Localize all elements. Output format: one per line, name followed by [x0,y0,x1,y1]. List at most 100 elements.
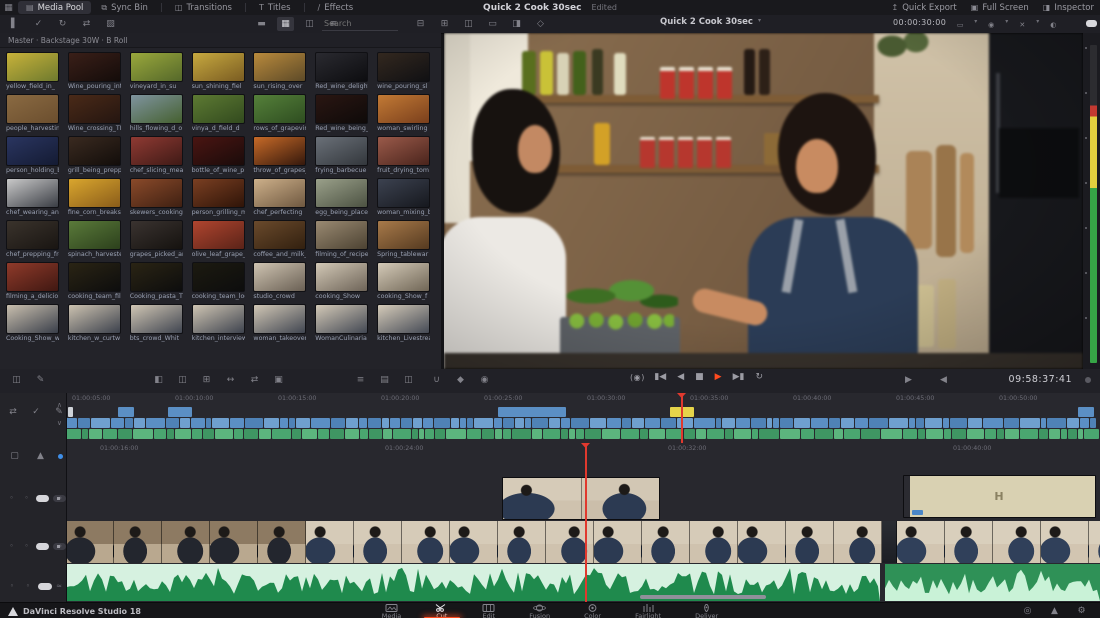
overview-clip-segment[interactable] [393,429,411,439]
media-clip[interactable]: WomanCulinaria [315,304,373,342]
media-clip-thumbnail[interactable] [253,94,306,124]
media-clip-thumbnail[interactable] [377,220,430,250]
track-v1-fx-icon[interactable]: ◦ [21,539,32,553]
tab-titles[interactable]: T Titles [251,1,299,14]
page-edit[interactable]: Edit [478,603,499,618]
overview-clip-segment[interactable] [834,429,843,439]
media-clip-thumbnail[interactable] [68,136,121,166]
media-clip-thumbnail[interactable] [6,262,59,292]
view-toggle-icon[interactable]: ◫ [301,17,318,31]
overview-clip-segment[interactable] [1049,429,1060,439]
overview-clip-segment[interactable] [918,429,924,439]
overview-clip-segment[interactable] [467,429,481,439]
go-to-end-button[interactable]: ▶▮ [733,372,745,382]
overview-clip-segment[interactable] [780,429,800,439]
overview-clip-segment[interactable] [543,429,561,439]
media-clip-thumbnail[interactable] [253,52,306,82]
overview-clip-segment[interactable] [649,429,664,439]
overview-clip-segment[interactable] [66,418,77,428]
filmstrip-frame[interactable] [402,521,450,563]
media-clip-thumbnail[interactable] [130,136,183,166]
overview-playhead-cap[interactable] [677,393,686,398]
overview-clip-segment[interactable] [146,418,165,428]
overview-clip-segment[interactable] [503,429,512,439]
overview-header-icon[interactable]: ⇄ [6,405,20,419]
camera-icon[interactable]: ◉ [985,18,997,32]
media-clip-thumbnail[interactable] [315,94,368,124]
tab-media-pool[interactable]: ▤ Media Pool [18,1,91,14]
overview-clip-segment[interactable] [525,418,532,428]
track-v2-fx-icon[interactable]: ◦ [21,491,32,505]
overview-clip-segment[interactable] [419,429,425,439]
media-clip[interactable]: person_holding_b [6,136,64,174]
media-clip[interactable]: grapes_picked_an [130,220,188,258]
overview-clip-segment[interactable] [844,429,860,439]
overview-clip-segment[interactable] [1084,429,1099,439]
overview-clip-segment[interactable] [632,418,644,428]
overview-clip-segment[interactable] [725,429,734,439]
snap-tool-icon[interactable]: ◆ [452,373,469,387]
media-clip[interactable]: cooking_Show [315,262,373,300]
media-clip[interactable]: sun_shining_fiel [192,52,250,90]
overview-clip-segment[interactable] [175,429,191,439]
overview-clip-segment[interactable] [296,418,311,428]
settings-icon[interactable]: ◎ [1019,604,1036,618]
overview-clip-segment[interactable] [434,418,450,428]
overview-clip-segment[interactable] [903,429,917,439]
media-clip[interactable]: olive_leaf_grape_s [192,220,250,258]
overview-clip-segment[interactable] [869,418,887,428]
overview-clip[interactable] [168,407,192,417]
media-clip-thumbnail[interactable] [130,220,183,250]
overview-clip-segment[interactable] [773,418,779,428]
media-clip-thumbnail[interactable] [68,178,121,208]
overview-clip-segment[interactable] [684,429,695,439]
media-clip[interactable]: egg_being_placed [315,178,373,216]
overview-clip-segment[interactable] [734,429,751,439]
settings-icon[interactable]: ⚙ [1073,604,1090,618]
overview-clip-segment[interactable] [736,418,750,428]
media-clip-thumbnail[interactable] [253,178,306,208]
media-clip[interactable]: hills_flowing_d_o [130,94,188,132]
overview-clip-segment[interactable] [716,418,721,428]
media-tool-icon[interactable]: ◫ [460,17,477,31]
overview-clip-segment[interactable] [801,429,814,439]
media-clip-thumbnail[interactable] [315,304,368,334]
viewer[interactable] [444,33,1083,369]
overview-clip-segment[interactable] [206,418,211,428]
overview-clip-segment[interactable] [855,418,868,428]
overview-clip-segment[interactable] [134,418,145,428]
overview-clip-segment[interactable] [1080,418,1089,428]
overview-clip-segment[interactable] [423,418,433,428]
media-clip-thumbnail[interactable] [130,52,183,82]
overview-clip-segment[interactable] [467,418,473,428]
loop-button[interactable]: ↻ [755,372,763,382]
overview-clip-segment[interactable] [244,429,258,439]
overview-clip-segment[interactable] [311,418,330,428]
media-clip[interactable]: Red_wine_being_p [315,94,373,132]
overview-clip-segment[interactable] [245,418,263,428]
filmstrip-frame[interactable] [690,521,738,563]
media-clip[interactable]: vinya_d_field_d [192,94,250,132]
media-tool-icon[interactable]: ▭ [484,17,501,31]
overview-clip-segment[interactable] [331,418,345,428]
media-clip-thumbnail[interactable] [6,178,59,208]
track-lock-icon[interactable]: ▢ [6,449,23,463]
media-clip[interactable]: Cooking_Show_w [6,304,64,342]
zoom-tool-icon[interactable]: ◫ [400,373,417,387]
media-tool-icon[interactable]: ⊞ [436,17,453,31]
overview-clip-segment[interactable] [968,418,981,428]
filmstrip-frame[interactable] [945,521,993,563]
media-clip[interactable]: Wine_crossing_TH [68,94,126,132]
page-cut[interactable]: Cut [431,603,452,618]
media-clip[interactable]: fruit_drying_tom [377,136,435,174]
overview-clip-segment[interactable] [383,429,391,439]
overview-clip-segment[interactable] [997,429,1004,439]
page-color[interactable]: Color [580,603,605,618]
overview-clip-segment[interactable] [569,429,576,439]
overview-clip-segment[interactable] [330,429,344,439]
overview-clip-segment[interactable] [1061,429,1067,439]
overview-clip-segment[interactable] [482,429,494,439]
overview-clip-segment[interactable] [841,418,854,428]
overview-clip-segment[interactable] [829,418,840,428]
overview-clip-segment[interactable] [1067,418,1079,428]
